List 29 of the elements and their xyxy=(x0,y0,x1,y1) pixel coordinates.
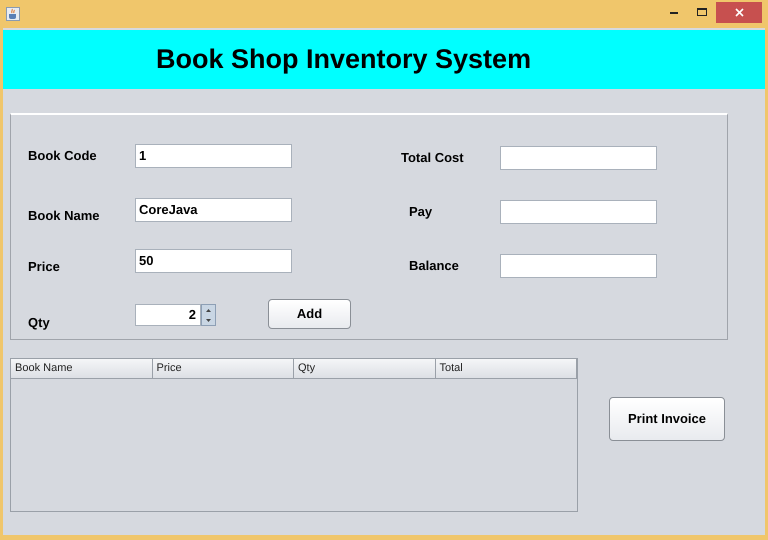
add-button[interactable]: Add xyxy=(268,299,351,329)
field-label: Price xyxy=(28,258,61,276)
column-header[interactable]: Total xyxy=(436,359,577,378)
field-label: Book Code xyxy=(28,147,98,166)
text-field[interactable]: 50 xyxy=(135,249,292,273)
field-label: Total Cost xyxy=(401,149,465,168)
column-header[interactable]: Price xyxy=(152,359,294,378)
column-header[interactable]: Qty xyxy=(294,359,436,378)
text-field[interactable] xyxy=(500,254,657,278)
spinner-field[interactable]: 2 xyxy=(135,304,201,326)
field-label: Qty xyxy=(28,314,51,332)
field-label: Balance xyxy=(408,257,460,276)
field-label: Pay xyxy=(408,203,434,222)
column-header[interactable]: Book Name xyxy=(11,359,152,378)
app-title: Book Shop Inventory System xyxy=(156,43,532,76)
print-invoice-button[interactable]: Print Invoice xyxy=(609,397,725,441)
maximize-icon xyxy=(697,8,707,16)
up-arrow-icon xyxy=(206,308,211,312)
spinner-arrows[interactable] xyxy=(201,304,216,326)
text-field[interactable]: 1 xyxy=(135,144,292,168)
text-field[interactable]: CoreJava xyxy=(135,198,292,222)
close-icon xyxy=(734,8,744,16)
field-label: Book Name xyxy=(28,207,101,226)
down-arrow-icon xyxy=(206,318,211,322)
close-button[interactable] xyxy=(716,2,762,22)
text-field[interactable] xyxy=(500,146,657,170)
text-field[interactable] xyxy=(500,200,657,224)
minimize-icon xyxy=(670,10,678,14)
cup-icon xyxy=(6,7,20,21)
